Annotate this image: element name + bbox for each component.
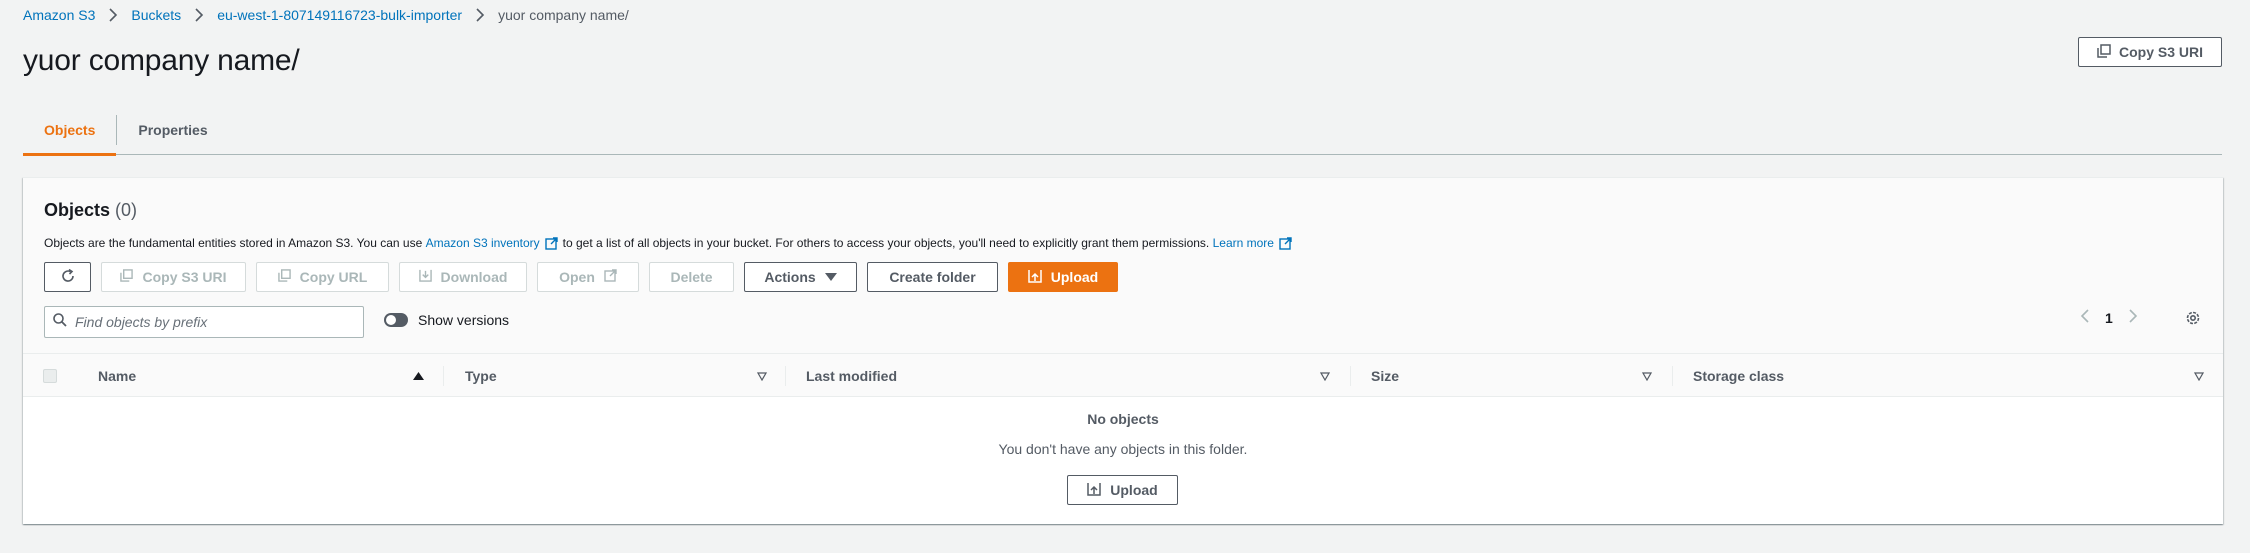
description-text-1: Objects are the fundamental entities sto…: [44, 236, 423, 250]
column-header-type[interactable]: Type: [465, 354, 497, 398]
actions-label: Actions: [764, 269, 816, 285]
toggle-switch[interactable]: [384, 313, 408, 327]
sort-ascending-icon[interactable]: [413, 354, 424, 398]
delete-button-label: Delete: [670, 269, 713, 285]
column-size-label: Size: [1371, 368, 1400, 384]
delete-button[interactable]: Delete: [649, 262, 734, 292]
breadcrumb-amazon-s3[interactable]: Amazon S3: [23, 7, 95, 23]
copy-s3-uri-button[interactable]: Copy S3 URI: [101, 262, 246, 292]
copy-icon: [2097, 43, 2111, 61]
column-divider: [785, 366, 786, 386]
objects-panel: Objects (0) Objects are the fundamental …: [23, 177, 2223, 524]
column-header-storage-class[interactable]: Storage class: [1693, 354, 1784, 398]
tab-objects-label: Objects: [44, 122, 96, 138]
upload-icon: [1087, 482, 1102, 499]
objects-table-header: Name Type Last modified Size Storage cla…: [23, 353, 2223, 397]
copy-url-button-label: Copy URL: [299, 269, 368, 285]
inventory-link[interactable]: Amazon S3 inventory: [426, 236, 540, 250]
copy-url-button[interactable]: Copy URL: [256, 262, 389, 292]
chevron-left-icon[interactable]: [2080, 309, 2089, 326]
objects-panel-title: Objects (0): [44, 200, 137, 221]
upload-button-label: Upload: [1050, 269, 1099, 285]
copy-s3-uri-button-label: Copy S3 URI: [142, 269, 227, 285]
show-versions-toggle[interactable]: Show versions: [384, 312, 509, 328]
select-all-checkbox[interactable]: [43, 369, 57, 383]
tab-objects[interactable]: Objects: [23, 105, 117, 156]
copy-icon: [277, 269, 291, 285]
tab-properties[interactable]: Properties: [117, 105, 228, 155]
chevron-right-icon[interactable]: [2129, 309, 2138, 326]
objects-description: Objects are the fundamental entities sto…: [44, 236, 1297, 250]
download-button-label: Download: [440, 269, 508, 285]
breadcrumb: Amazon S3 Buckets eu-west-1-807149116723…: [23, 4, 629, 26]
column-name-label: Name: [98, 368, 137, 384]
column-header-name[interactable]: Name: [98, 354, 136, 398]
page-title: yuor company name/: [23, 44, 300, 77]
chevron-right-icon: [462, 8, 498, 22]
learn-more-link[interactable]: Learn more: [1213, 236, 1274, 250]
column-header-size[interactable]: Size: [1371, 354, 1399, 398]
column-divider: [443, 366, 444, 386]
copy-s3-uri-header-button[interactable]: Copy S3 URI: [2078, 37, 2222, 67]
sort-indicator-icon[interactable]: [2194, 354, 2204, 398]
open-button[interactable]: Open: [537, 262, 639, 292]
tab-list: Objects Properties: [23, 105, 2222, 156]
chevron-right-icon: [95, 8, 131, 22]
external-link-icon: [1279, 236, 1292, 250]
caret-down-icon: [824, 269, 837, 285]
page-number[interactable]: 1: [2105, 310, 2113, 326]
column-storage-class-label: Storage class: [1693, 368, 1785, 384]
sort-indicator-icon[interactable]: [1320, 354, 1330, 398]
empty-state-upload-label: Upload: [1110, 482, 1158, 498]
objects-count: (0): [115, 200, 138, 220]
refresh-button[interactable]: [44, 262, 91, 292]
objects-title-text: Objects: [44, 200, 111, 220]
download-button[interactable]: Download: [399, 262, 527, 292]
open-button-label: Open: [559, 269, 595, 285]
column-divider: [1350, 366, 1351, 386]
gear-icon: [2185, 310, 2201, 331]
copy-s3-uri-label: Copy S3 URI: [2118, 44, 2203, 60]
show-versions-label: Show versions: [418, 312, 510, 328]
column-divider: [1672, 366, 1673, 386]
column-type-label: Type: [465, 368, 497, 384]
search-box: [44, 306, 364, 338]
sort-indicator-icon[interactable]: [757, 354, 767, 398]
tab-properties-label: Properties: [138, 122, 208, 138]
download-icon: [418, 269, 432, 285]
create-folder-button[interactable]: Create folder: [867, 262, 998, 292]
breadcrumb-buckets[interactable]: Buckets: [131, 7, 181, 23]
search-icon: [53, 312, 67, 332]
actions-dropdown[interactable]: Actions: [744, 262, 857, 292]
external-link-icon: [604, 269, 617, 285]
search-input[interactable]: [75, 314, 345, 330]
upload-icon: [1028, 269, 1042, 286]
external-link-icon: [544, 236, 558, 250]
table-settings-button[interactable]: [2181, 308, 2205, 332]
upload-button[interactable]: Upload: [1008, 262, 1118, 292]
column-header-last-modified[interactable]: Last modified: [806, 354, 897, 398]
breadcrumb-current: yuor company name/: [498, 7, 629, 23]
breadcrumb-bucket[interactable]: eu-west-1-807149116723-bulk-importer: [217, 7, 462, 23]
copy-icon: [120, 269, 134, 285]
empty-state-upload-button[interactable]: Upload: [1067, 475, 1178, 505]
column-last-modified-label: Last modified: [806, 368, 898, 384]
empty-state-description: You don't have any objects in this folde…: [998, 441, 1248, 457]
chevron-right-icon: [181, 8, 217, 22]
create-folder-label: Create folder: [889, 269, 976, 285]
sort-indicator-icon[interactable]: [1642, 354, 1652, 398]
empty-state-title: No objects: [1087, 411, 1159, 427]
pagination: 1: [2080, 309, 2138, 326]
description-text-2: to get a list of all objects in your buc…: [562, 236, 1210, 250]
objects-toolbar: Copy S3 URI Copy URL Download Open Delet…: [44, 262, 1118, 292]
refresh-icon: [60, 268, 76, 287]
